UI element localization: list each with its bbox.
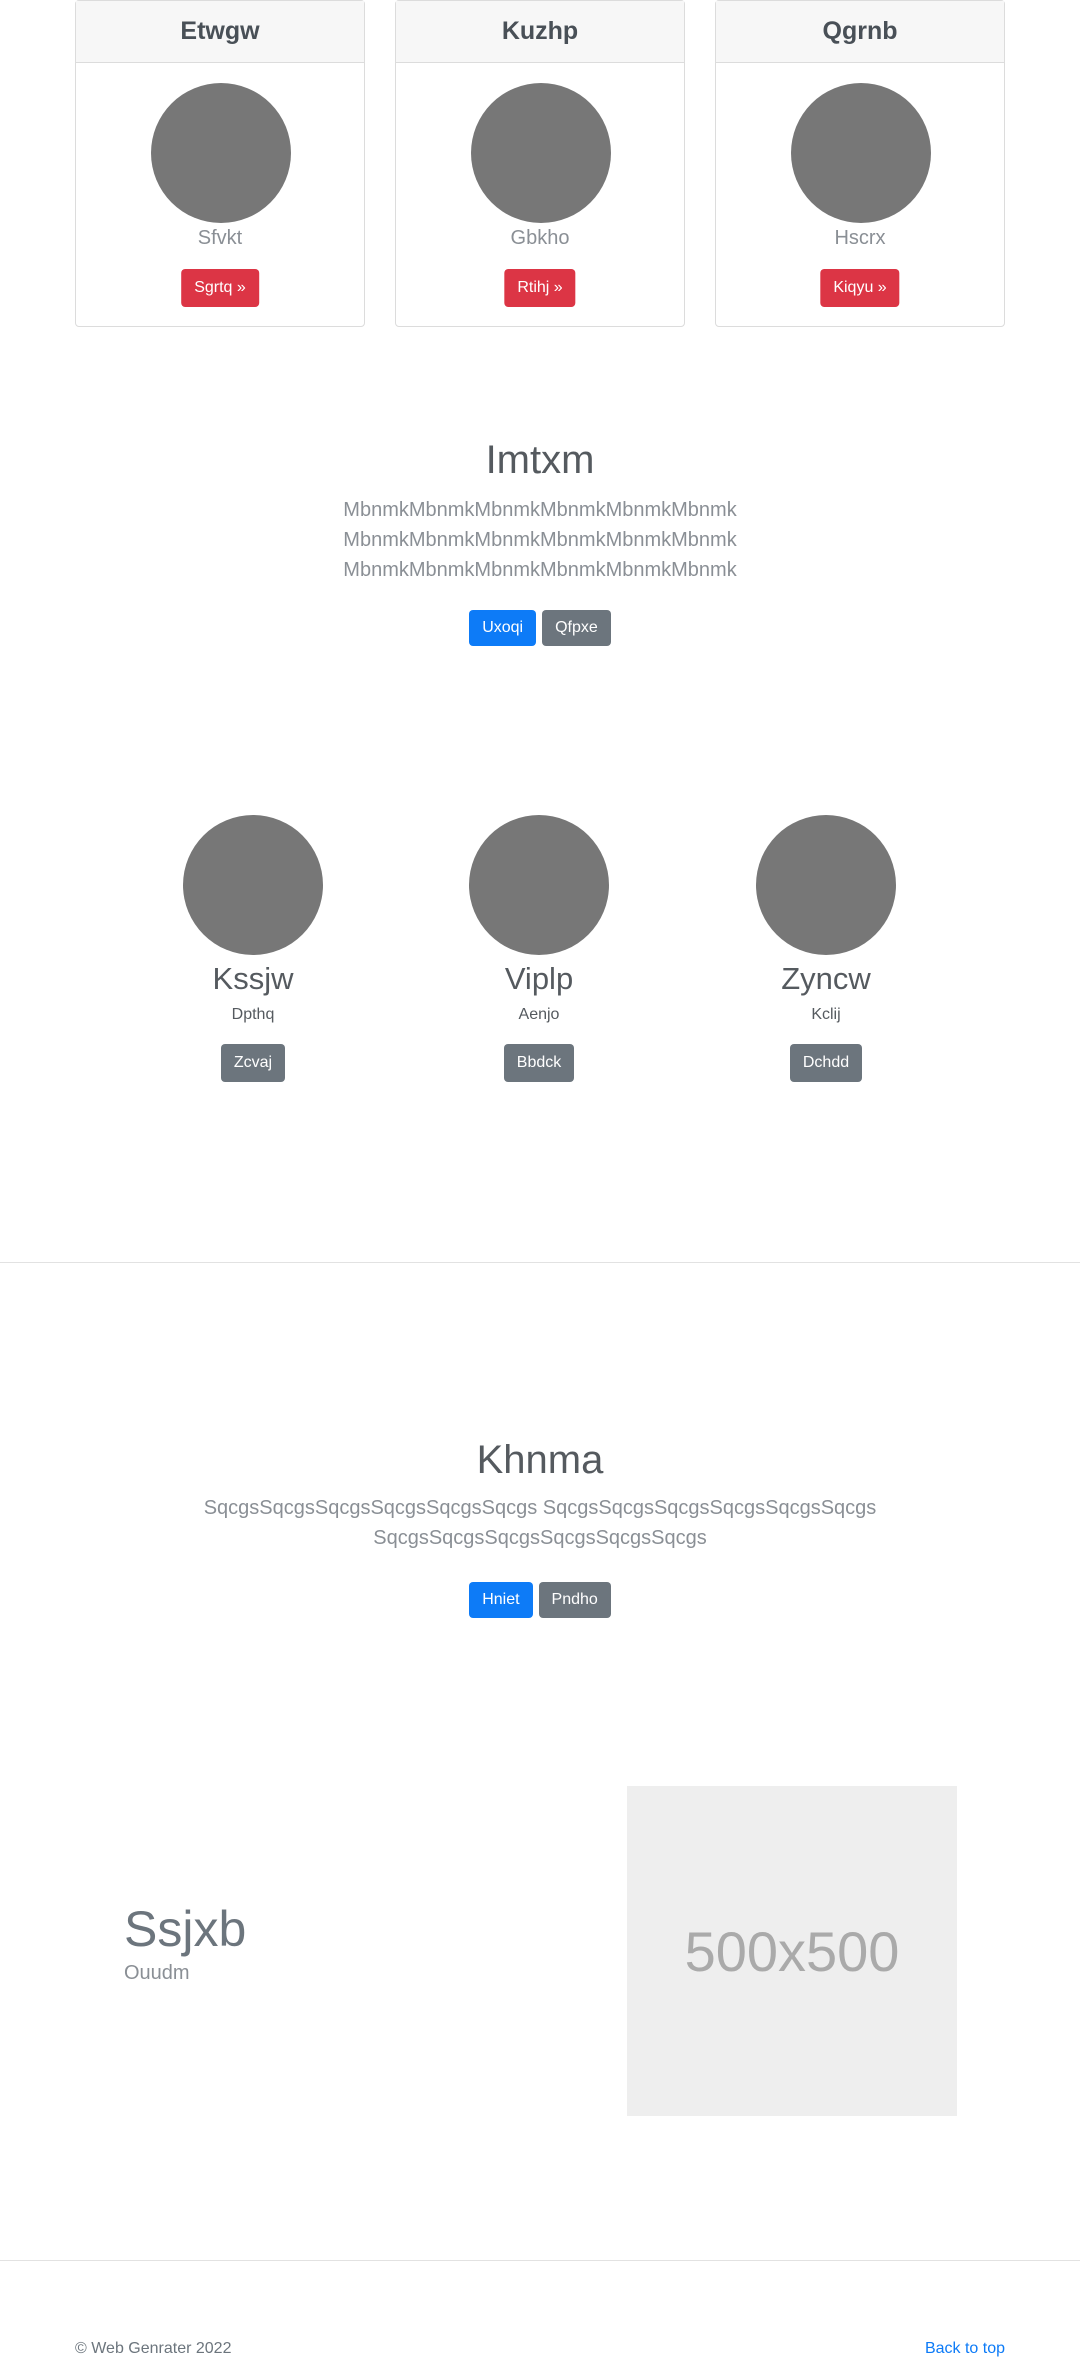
- member-button[interactable]: Zcvaj: [220, 1044, 286, 1082]
- team-member: Viplp Aenjo Bbdck: [459, 815, 619, 1082]
- feature-title: Ssjxb: [124, 1901, 247, 1957]
- hero-title: Khnma: [476, 1438, 604, 1482]
- hero-text: SqcgsSqcgsSqcgsSqcgsSqcgsSqcgs SqcgsSqcg…: [0, 1493, 1080, 1553]
- team-section: Kssjw Dpthq Zcvaj Viplp Aenjo Bbdck Zync…: [0, 815, 1080, 1082]
- hero-button-row: Uxoqi Qfpxe: [0, 610, 1080, 646]
- card: Kuzhp Gbkho Rtihj »: [395, 0, 685, 327]
- secondary-button[interactable]: Qfpxe: [542, 610, 611, 646]
- avatar: [183, 815, 323, 955]
- hero-text-line: MbnmkMbnmkMbnmkMbnmkMbnmkMbnmk: [343, 529, 737, 551]
- member-button[interactable]: Dchdd: [789, 1044, 863, 1082]
- hero-title: Imtxm: [485, 438, 595, 482]
- hero-text-line: MbnmkMbnmkMbnmkMbnmkMbnmkMbnmk: [343, 499, 737, 521]
- member-name: Zyncw: [781, 961, 871, 996]
- hero-text-line: MbnmkMbnmkMbnmkMbnmkMbnmkMbnmk: [343, 559, 737, 581]
- copyright-text: © Web Genrater 2022: [75, 2340, 232, 2357]
- card-button[interactable]: Kiqyu »: [820, 269, 900, 307]
- hero-text-line: SqcgsSqcgsSqcgsSqcgsSqcgsSqcgs SqcgsSqcg…: [203, 1497, 877, 1519]
- avatar: [756, 815, 896, 955]
- hero-text: MbnmkMbnmkMbnmkMbnmkMbnmkMbnmk MbnmkMbnm…: [0, 495, 1080, 585]
- card-subtitle: Gbkho: [510, 227, 570, 249]
- card-image: [471, 83, 611, 223]
- back-to-top-link[interactable]: Back to top: [925, 2340, 1005, 2358]
- hero-section: Imtxm MbnmkMbnmkMbnmkMbnmkMbnmkMbnmk Mbn…: [0, 438, 1080, 585]
- feature-subtitle: Ouudm: [124, 1962, 190, 1984]
- team-member: Zyncw Kclij Dchdd: [746, 815, 906, 1082]
- hero-text-line: SqcgsSqcgsSqcgsSqcgsSqcgsSqcgs: [373, 1527, 707, 1549]
- card-button[interactable]: Sgrtq »: [181, 269, 259, 307]
- member-button[interactable]: Bbdck: [503, 1044, 575, 1082]
- card-subtitle: Sfvkt: [197, 227, 243, 249]
- hero-button-row: Hniet Pndho: [0, 1582, 1080, 1618]
- primary-button[interactable]: Hniet: [469, 1582, 533, 1618]
- card: Etwgw Sfvkt Sgrtq »: [75, 0, 365, 327]
- member-role: Aenjo: [518, 1006, 560, 1023]
- primary-button[interactable]: Uxoqi: [469, 610, 537, 646]
- card-image: [151, 83, 291, 223]
- card-subtitle: Hscrx: [834, 227, 886, 249]
- member-name: Kssjw: [212, 961, 294, 996]
- feature-section: Ssjxb Ouudm 500x500: [0, 1786, 1080, 2116]
- card-title: Kuzhp: [396, 1, 684, 63]
- team-member: Kssjw Dpthq Zcvaj: [173, 815, 333, 1082]
- card-image: [791, 83, 931, 223]
- member-role: Dpthq: [231, 1006, 275, 1023]
- hero-section: Khnma SqcgsSqcgsSqcgsSqcgsSqcgsSqcgs Sqc…: [0, 1438, 1080, 1553]
- card-title: Qgrnb: [716, 1, 1004, 63]
- card-button[interactable]: Rtihj »: [504, 269, 576, 307]
- member-role: Kclij: [811, 1006, 841, 1023]
- card-title: Etwgw: [76, 1, 364, 63]
- footer: © Web Genrater 2022 Back to top: [75, 2340, 1005, 2362]
- placeholder-image: 500x500: [627, 1786, 957, 2116]
- card-group: Etwgw Sfvkt Sgrtq » Kuzhp Gbkho Rtihj » …: [75, 0, 1005, 327]
- member-name: Viplp: [504, 961, 574, 996]
- footer-divider: [0, 2260, 1080, 2261]
- section-divider: [0, 1262, 1080, 1263]
- avatar: [469, 815, 609, 955]
- secondary-button[interactable]: Pndho: [538, 1582, 611, 1618]
- card: Qgrnb Hscrx Kiqyu »: [715, 0, 1005, 327]
